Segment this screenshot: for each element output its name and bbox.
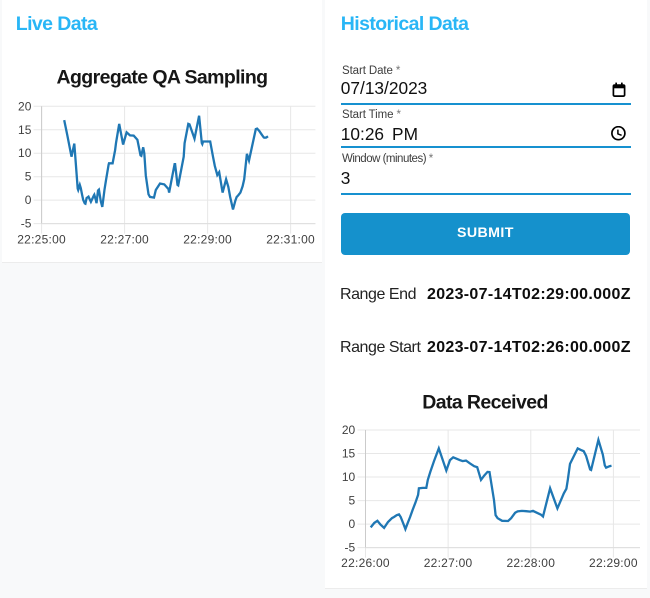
svg-text:10: 10 — [342, 470, 356, 484]
svg-text:Data Received: Data Received — [422, 391, 548, 413]
svg-text:0: 0 — [349, 517, 356, 531]
svg-text:20: 20 — [342, 423, 356, 437]
svg-text:5: 5 — [349, 494, 356, 508]
svg-text:22:28:00: 22:28:00 — [506, 556, 555, 570]
svg-text:15: 15 — [342, 447, 356, 461]
svg-text:22:26:00: 22:26:00 — [341, 556, 390, 570]
svg-text:22:27:00: 22:27:00 — [424, 556, 473, 570]
svg-text:22:29:00: 22:29:00 — [589, 556, 638, 570]
svg-text:-5: -5 — [345, 541, 356, 555]
